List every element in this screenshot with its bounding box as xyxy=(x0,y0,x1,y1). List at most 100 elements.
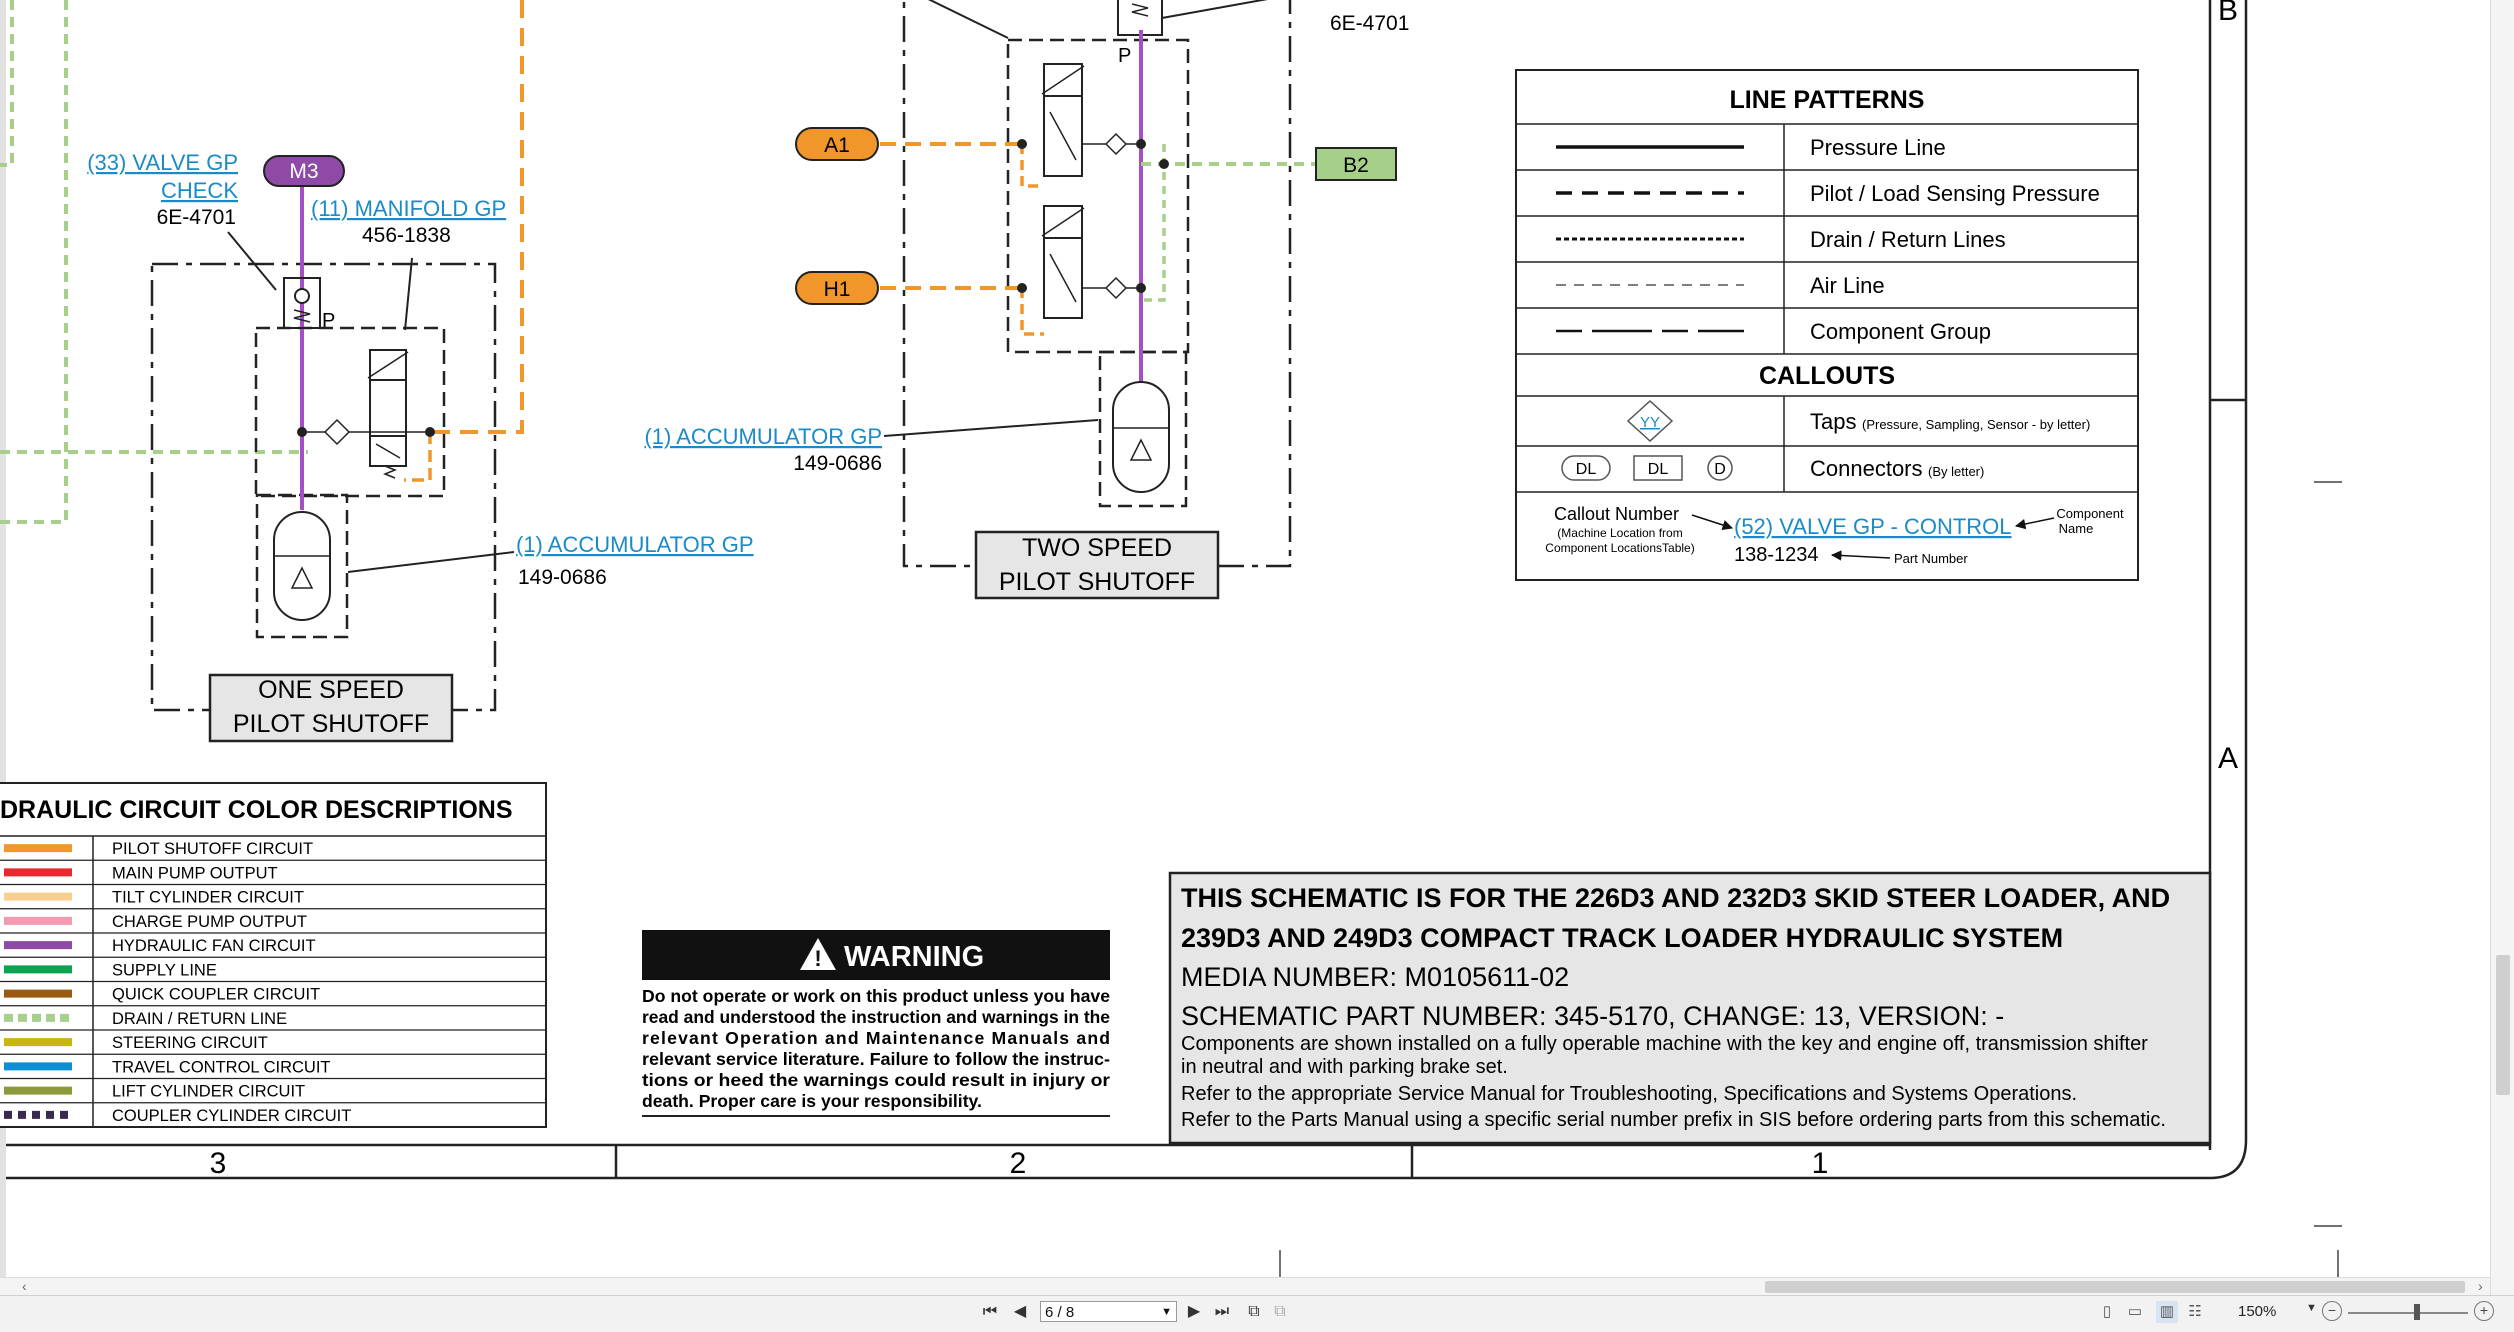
connector-dl-square: DL xyxy=(1648,461,1669,478)
zoom-slider[interactable] xyxy=(2348,1312,2468,1314)
color-description-label: HYDRAULIC FAN CIRCUIT xyxy=(112,937,316,955)
previous-page-icon[interactable]: ◀ xyxy=(1010,1301,1030,1323)
legend-air: Air Line xyxy=(1810,273,1885,298)
top-part-number: 6E-4701 xyxy=(1330,12,1409,35)
valve-gp-check-link-2[interactable]: CHECK xyxy=(161,178,238,203)
horizontal-scroll-thumb[interactable] xyxy=(1765,1281,2465,1293)
two-speed-title-2: PILOT SHUTOFF xyxy=(999,568,1195,596)
valve-part-number: 6E-4701 xyxy=(157,206,236,229)
title-note-2: Refer to the appropriate Service Manual … xyxy=(1181,1083,2077,1105)
callouts-title: CALLOUTS xyxy=(1759,362,1895,390)
line-patterns-title: LINE PATTERNS xyxy=(1730,86,1925,114)
column-2-label: 2 xyxy=(1010,1147,1027,1180)
valve-gp-check-link[interactable]: (33) VALVE GP xyxy=(87,150,238,175)
legend-connectors-note: (By letter) xyxy=(1928,464,1984,479)
continuous-view-icon[interactable]: ▭ xyxy=(2124,1301,2146,1323)
media-number: MEDIA NUMBER: M0105611-02 xyxy=(1181,962,1569,992)
first-page-icon[interactable]: ⏮ xyxy=(980,1301,1000,1323)
callout-note-1: (Machine Location from xyxy=(1557,526,1682,540)
warning-line-4: relevant service literature. Failure to … xyxy=(642,1049,1110,1069)
component-name-2: Name xyxy=(2059,521,2094,536)
accumulator-part-mid: 149-0686 xyxy=(793,452,882,475)
legend-pressure: Pressure Line xyxy=(1810,135,1946,160)
last-page-icon[interactable]: ⏭ xyxy=(1212,1301,1232,1323)
title-note-3: Refer to the Parts Manual using a specif… xyxy=(1181,1109,2166,1131)
color-description-label: CHARGE PUMP OUTPUT xyxy=(112,913,307,931)
svg-text:!: ! xyxy=(814,946,821,971)
copy-page-icon[interactable]: ⧉ xyxy=(1244,1301,1264,1323)
page-dropdown-icon[interactable]: ▼ xyxy=(1161,1302,1172,1323)
warning-line-2: read and understood the instruction and … xyxy=(642,1007,1110,1027)
single-page-view-icon[interactable]: ▯ xyxy=(2096,1301,2118,1323)
color-description-label: SUPPLY LINE xyxy=(112,961,217,979)
one-speed-title-1: ONE SPEED xyxy=(258,676,404,704)
paste-page-icon[interactable]: ⧉ xyxy=(1270,1301,1290,1323)
vertical-scroll-thumb[interactable] xyxy=(2496,955,2510,1095)
callout-number-label: Callout Number xyxy=(1554,504,1679,524)
zoom-slider-knob[interactable] xyxy=(2414,1304,2420,1320)
legend-component-group: Component Group xyxy=(1810,319,1991,344)
zoom-level[interactable]: 150% xyxy=(2238,1303,2276,1320)
pdf-viewer: B A 3 2 1 M3 P (33) VALVE GP CHECK 6E-47… xyxy=(0,0,2514,1332)
connector-d-circle: D xyxy=(1714,461,1726,478)
zoom-in-icon[interactable]: + xyxy=(2474,1301,2494,1321)
legend-taps: Taps xyxy=(1810,409,1856,434)
accumulator-gp-link-mid[interactable]: (1) ACCUMULATOR GP xyxy=(644,424,882,449)
warning-title: WARNING xyxy=(844,941,984,973)
horizontal-scrollbar[interactable]: ‹ › xyxy=(0,1277,2490,1296)
connector-dl-round: DL xyxy=(1576,461,1597,478)
zoom-dropdown-icon[interactable]: ▼ xyxy=(2306,1302,2317,1314)
callout-sample-link[interactable]: (52) VALVE GP - CONTROL xyxy=(1734,514,2012,539)
title-line-1: THIS SCHEMATIC IS FOR THE 226D3 AND 232D… xyxy=(1181,883,2170,913)
title-note-1b: in neutral and with parking brake set. xyxy=(1181,1056,1508,1078)
vertical-scrollbar[interactable] xyxy=(2490,0,2514,1295)
accumulator-gp-link-left[interactable]: (1) ACCUMULATOR GP xyxy=(516,532,754,557)
tap-symbol: YY xyxy=(1640,414,1660,431)
part-number-note: Part Number xyxy=(1894,551,1968,566)
legend-pilot: Pilot / Load Sensing Pressure xyxy=(1810,181,2100,206)
facing-continuous-view-icon[interactable]: ☷ xyxy=(2184,1301,2206,1323)
legend-taps-note: (Pressure, Sampling, Sensor - by letter) xyxy=(1862,417,2090,432)
manifold-part-number: 456-1838 xyxy=(362,224,451,247)
color-descriptions-table: DRAULIC CIRCUIT COLOR DESCRIPTIONS PILOT… xyxy=(0,782,547,1128)
a1-label: A1 xyxy=(824,134,850,157)
warning-line-5: tions or heed the warnings could result … xyxy=(642,1070,1110,1090)
callout-note-2: Component LocationsTable) xyxy=(1545,541,1694,555)
sample-part-number: 138-1234 xyxy=(1734,544,1819,566)
color-description-label: PILOT SHUTOFF CIRCUIT xyxy=(112,840,313,858)
zoom-out-icon[interactable]: − xyxy=(2322,1301,2342,1321)
h1-label: H1 xyxy=(824,278,851,301)
color-description-label: MAIN PUMP OUTPUT xyxy=(112,864,278,882)
p-port-label-2: P xyxy=(1118,45,1131,67)
column-3-label: 3 xyxy=(210,1147,227,1180)
next-page-icon[interactable]: ▶ xyxy=(1184,1301,1204,1323)
b2-label: B2 xyxy=(1343,154,1369,177)
warning-line-1: Do not operate or work on this product u… xyxy=(642,986,1110,1006)
title-note-1: Components are shown installed on a full… xyxy=(1181,1033,2148,1055)
warning-block: ! WARNING Do not operate or work on this… xyxy=(642,930,1110,1117)
color-description-label: TILT CYLINDER CIRCUIT xyxy=(112,889,304,907)
schematic-part-number: SCHEMATIC PART NUMBER: 345-5170, CHANGE:… xyxy=(1181,1001,2004,1031)
p-port-label: P xyxy=(322,310,335,332)
manifold-gp-link[interactable]: (11) MANIFOLD GP xyxy=(311,196,506,221)
legend-connectors: Connectors xyxy=(1810,456,1923,481)
color-descriptions-title: DRAULIC CIRCUIT COLOR DESCRIPTIONS xyxy=(0,796,513,824)
line-patterns-legend: LINE PATTERNS Pressure Line Pilot / Load… xyxy=(1515,69,2139,581)
accumulator-part-left: 149-0686 xyxy=(518,566,607,589)
schematic-page: B A 3 2 1 M3 P (33) VALVE GP CHECK 6E-47… xyxy=(0,0,2490,1277)
page-number-field[interactable]: 6 / 8 ▼ xyxy=(1040,1301,1177,1322)
legend-drain: Drain / Return Lines xyxy=(1810,227,2006,252)
component-name-1: Component xyxy=(2056,506,2124,521)
color-description-label: TRAVEL CONTROL CIRCUIT xyxy=(112,1058,331,1076)
m3-label: M3 xyxy=(289,160,318,183)
title-block: THIS SCHEMATIC IS FOR THE 226D3 AND 232D… xyxy=(1168,871,2212,1145)
scroll-left-icon[interactable]: ‹ xyxy=(22,1278,27,1294)
color-description-label: LIFT CYLINDER CIRCUIT xyxy=(112,1083,305,1101)
color-description-label: COUPLER CYLINDER CIRCUIT xyxy=(112,1107,351,1125)
color-description-label: STEERING CIRCUIT xyxy=(112,1034,268,1052)
facing-view-icon[interactable]: ▥ xyxy=(2156,1301,2178,1323)
title-line-2: 239D3 AND 249D3 COMPACT TRACK LOADER HYD… xyxy=(1181,923,2063,953)
color-description-label: DRAIN / RETURN LINE xyxy=(112,1010,287,1028)
two-speed-title-1: TWO SPEED xyxy=(1022,534,1172,562)
scroll-right-icon[interactable]: › xyxy=(2478,1278,2483,1294)
